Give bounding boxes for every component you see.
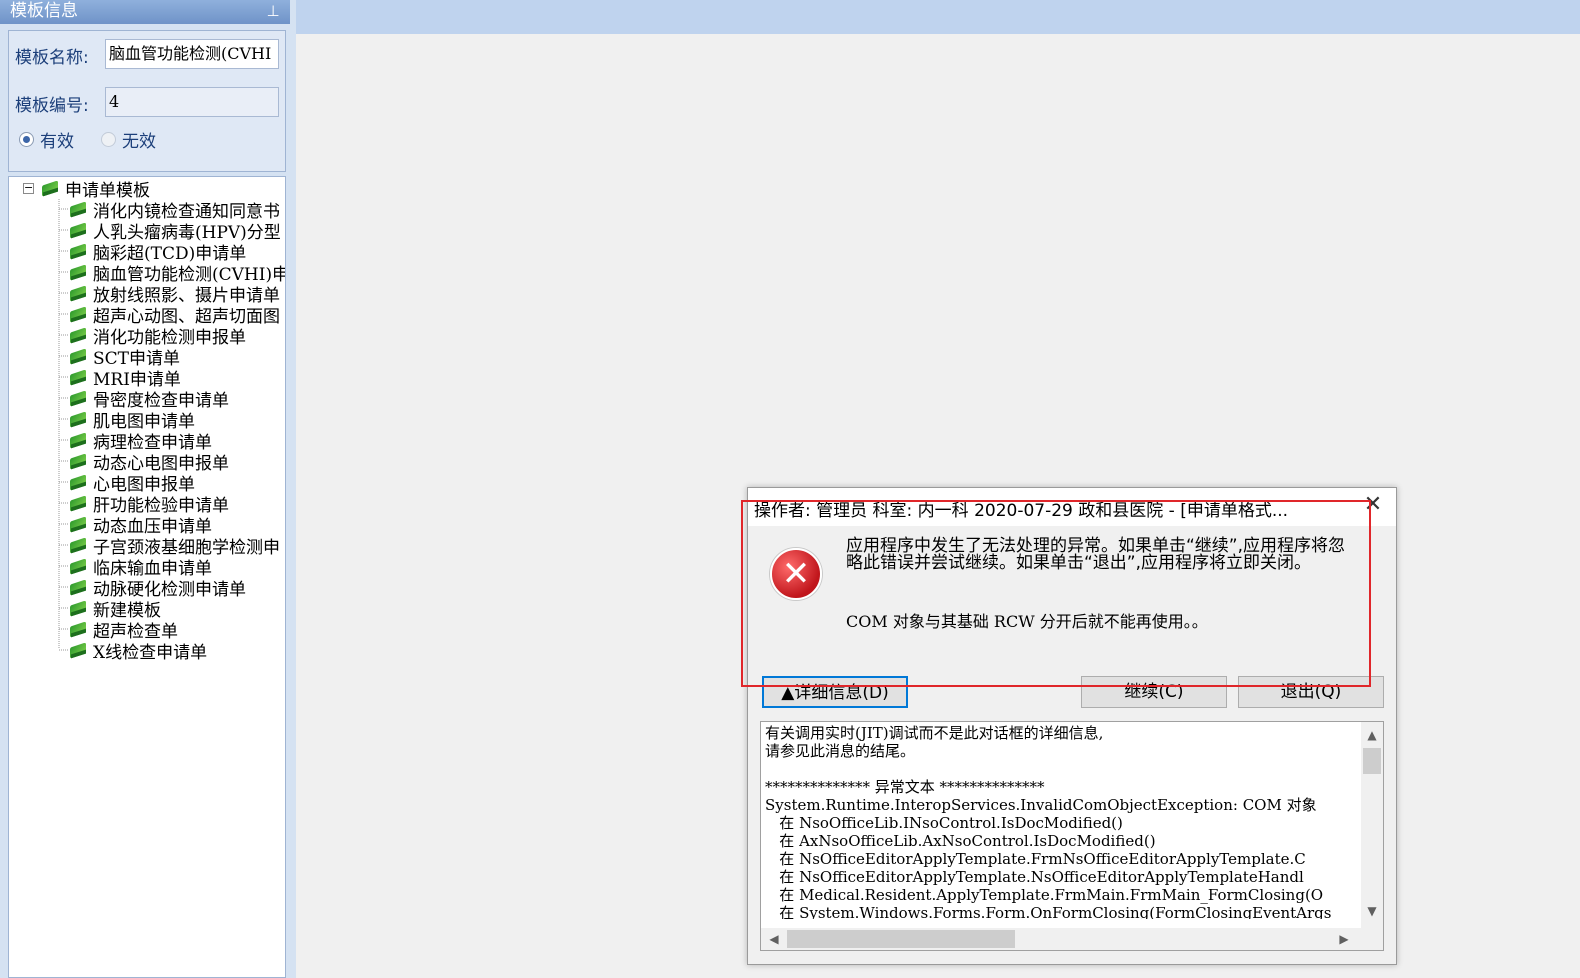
template-number-input[interactable]: 4 [105,87,279,117]
tree-item[interactable]: 脑血管功能检测(CVHI)申 [69,262,285,285]
book-icon [69,622,89,638]
tree-item[interactable]: 超声心动图、超声切面图 [69,304,280,327]
template-name-label: 模板名称: [15,48,89,68]
scroll-down-icon[interactable]: ▼ [1363,902,1381,920]
tree-item[interactable]: 骨密度检查申请单 [69,388,229,411]
scroll-up-icon[interactable]: ▲ [1363,726,1381,744]
book-icon [69,580,89,596]
top-bar [296,0,1580,34]
tree-root[interactable]: 申请单模板 [41,178,150,201]
book-icon [69,307,89,323]
tree-item-label: X线检查申请单 [93,643,208,663]
book-icon [69,559,89,575]
tree-item[interactable]: 动态血压申请单 [69,514,212,537]
book-icon [69,328,89,344]
radio-valid[interactable]: 有效 [19,127,74,152]
tree-item[interactable]: 子宫颈液基细胞学检测申 [69,535,280,558]
book-icon [69,286,89,302]
tree-item[interactable]: 新建模板 [69,598,161,621]
book-icon [69,412,89,428]
book-icon [69,433,89,449]
book-icon [69,349,89,365]
tree-item[interactable]: SCT申请单 [69,346,180,369]
book-icon [69,538,89,554]
tree-item[interactable]: 脑彩超(TCD)申请单 [69,241,246,264]
tree-item[interactable]: 肌电图申请单 [69,409,195,432]
book-icon [69,370,89,386]
book-icon [69,517,89,533]
tree-item[interactable]: 放射线照影、摄片申请单 [69,283,280,306]
horizontal-scrollbar[interactable]: ◀ ▶ [761,928,1383,950]
tree-item[interactable]: 动态心电图申报单 [69,451,229,474]
details-text: 有关调用实时(JIT)调试而不是此对话框的详细信息, 请参见此消息的结尾。 **… [765,724,1332,919]
book-icon [69,202,89,218]
template-info-form: 模板名称: 脑血管功能检测(CVHI 模板编号: 4 有效 无效 [8,30,286,172]
tree-item[interactable]: 人乳头瘤病毒(HPV)分型 [69,220,281,243]
tree-item[interactable]: 超声检查单 [69,619,178,642]
tree-item[interactable]: 病理检查申请单 [69,430,212,453]
radio-unchecked-icon [101,131,116,147]
tree-item[interactable]: 动脉硬化检测申请单 [69,577,246,600]
template-tree: − 申请单模板 消化内镜检查通知同意书 人乳头瘤病毒(HPV)分型 脑彩超(TCD)… [8,176,286,978]
book-icon [69,643,89,659]
book-icon [41,181,61,197]
radio-checked-icon [19,131,34,147]
template-number-label: 模板编号: [15,96,89,116]
details-textbox[interactable]: 有关调用实时(JIT)调试而不是此对话框的详细信息, 请参见此消息的结尾。 **… [760,721,1384,951]
tree-item[interactable]: 肝功能检验申请单 [69,493,229,516]
template-name-input[interactable]: 脑血管功能检测(CVHI [105,39,279,69]
book-icon [69,496,89,512]
vertical-scrollbar[interactable]: ▲ ▼ [1361,722,1383,928]
pin-icon[interactable]: ⊥ [266,0,280,22]
horizontal-scroll-thumb[interactable] [787,930,1015,948]
panel-title-bar: 模板信息 ⊥ [0,0,290,24]
red-highlight-box [741,500,1371,687]
scroll-right-icon[interactable]: ▶ [1335,930,1353,948]
vertical-scroll-thumb[interactable] [1363,748,1381,774]
tree-item[interactable]: MRI申请单 [69,367,181,390]
panel-title: 模板信息 [10,1,78,21]
tree-item[interactable]: 消化功能检测申报单 [69,325,246,348]
book-icon [69,391,89,407]
collapse-toggle-icon[interactable]: − [23,182,34,194]
book-icon [69,601,89,617]
tree-item[interactable]: 临床输血申请单 [69,556,212,579]
tree-item[interactable]: X线检查申请单 [69,640,208,663]
tree-item[interactable]: 消化内镜检查通知同意书 [69,199,280,222]
scroll-left-icon[interactable]: ◀ [765,930,783,948]
book-icon [69,223,89,239]
book-icon [69,265,89,281]
radio-valid-label: 有效 [40,131,74,152]
book-icon [69,244,89,260]
book-icon [69,475,89,491]
book-icon [69,454,89,470]
radio-invalid-label: 无效 [122,131,156,152]
template-info-panel: 模板信息 ⊥ 模板名称: 脑血管功能检测(CVHI 模板编号: 4 有效 无效 … [0,0,296,978]
radio-invalid[interactable]: 无效 [101,127,156,152]
tree-item[interactable]: 心电图申报单 [69,472,195,495]
